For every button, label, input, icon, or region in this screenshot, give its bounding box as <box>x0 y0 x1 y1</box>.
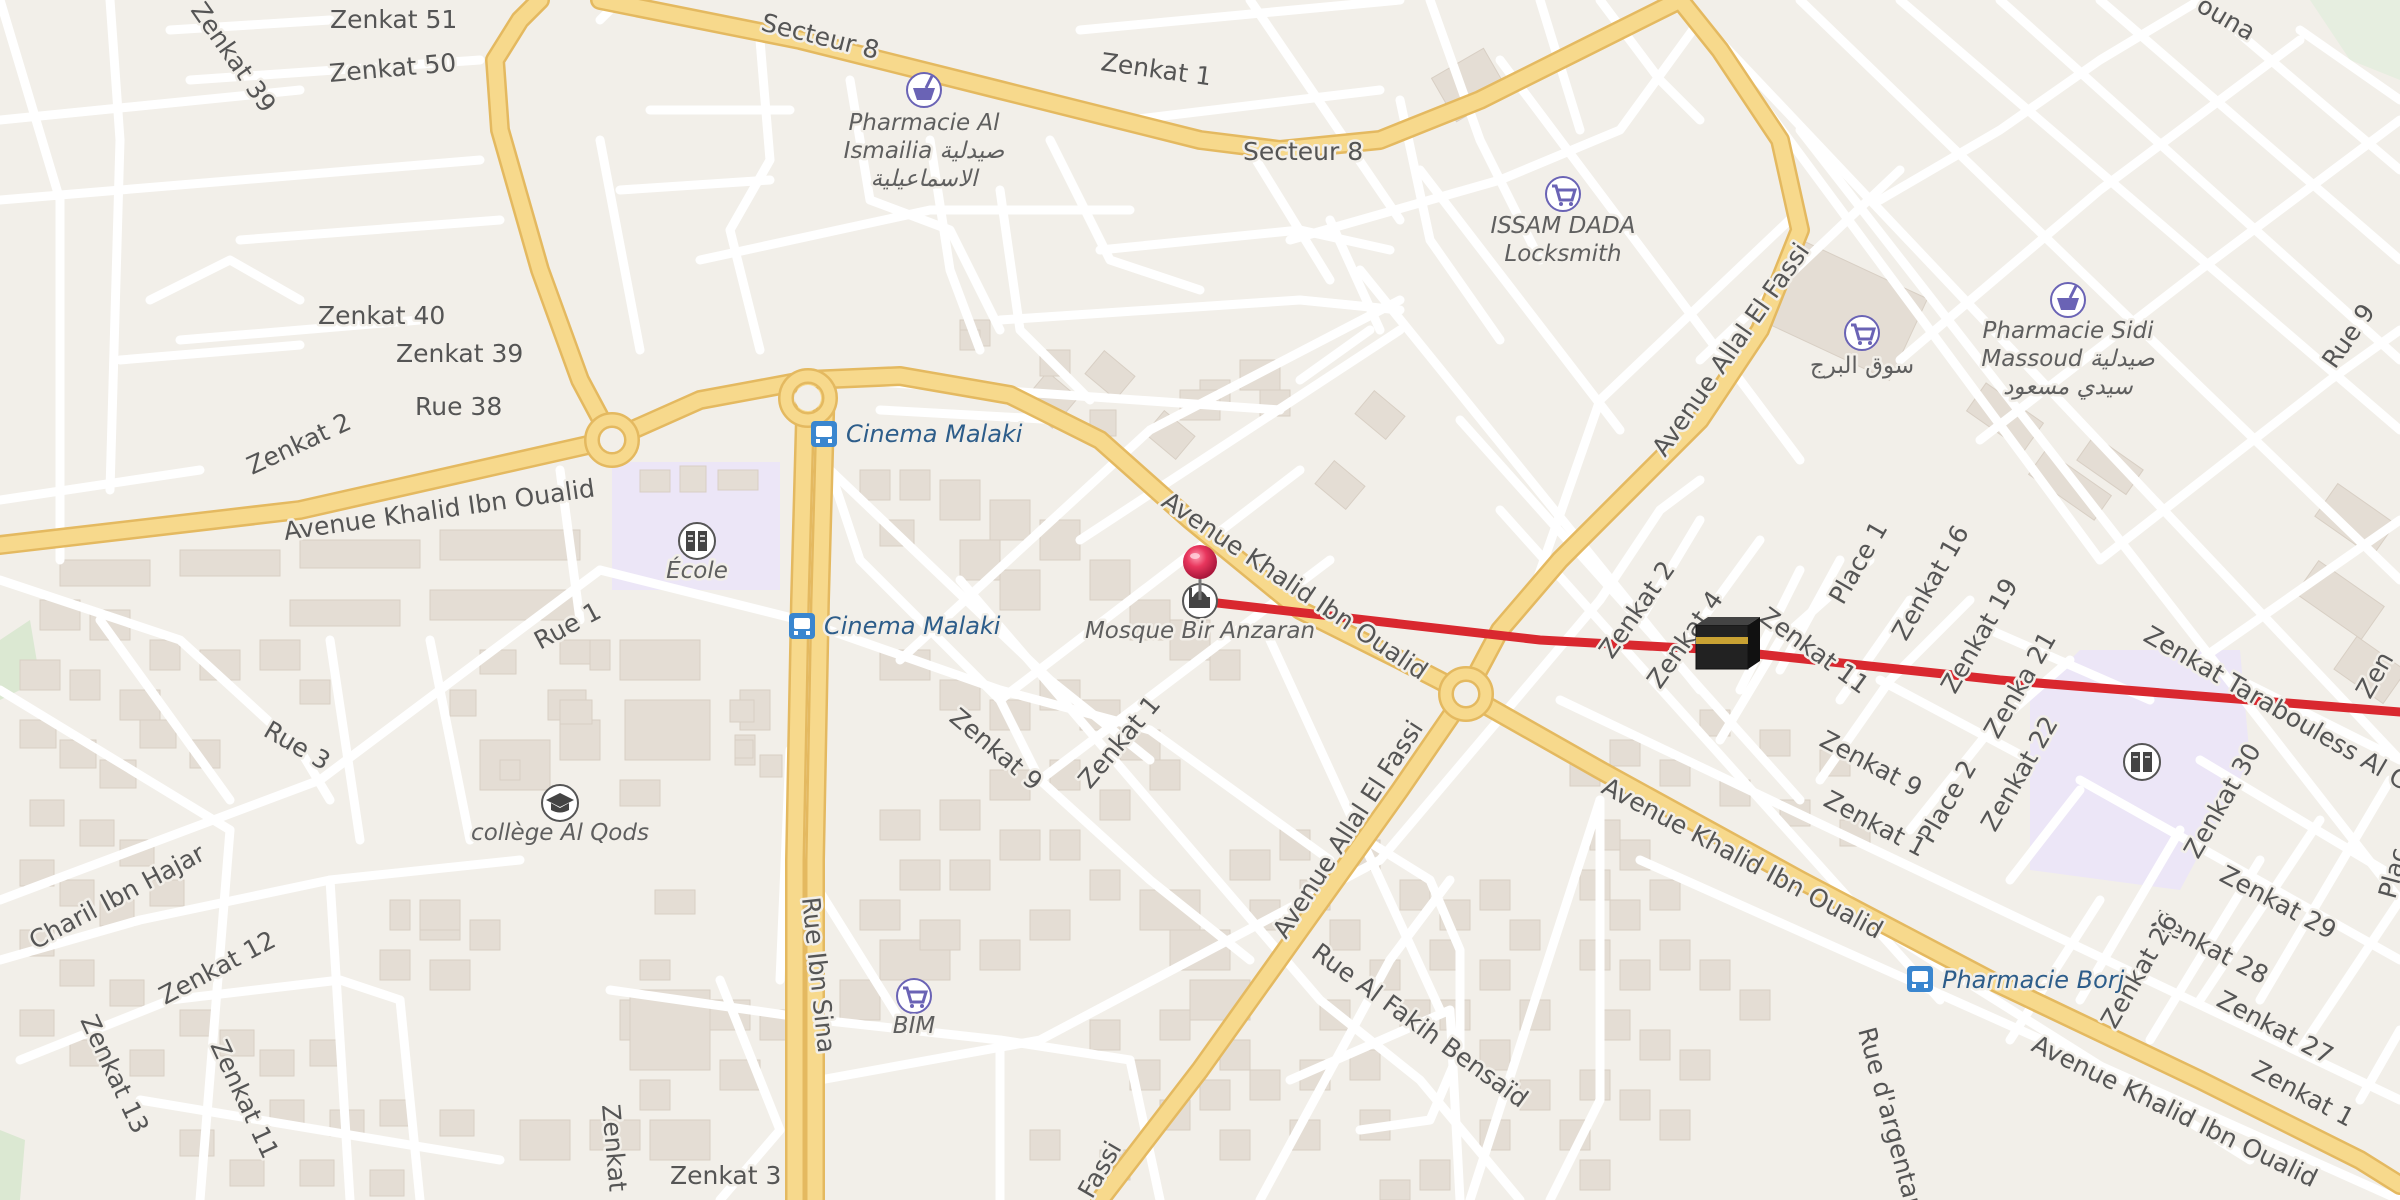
poi-label: الاسماعيلية <box>871 166 980 192</box>
poi-label: Pharmacie Al <box>848 110 1000 136</box>
poi-label: Pharmacie Sidi <box>1983 318 2155 344</box>
bus-stop-icon <box>1907 966 1933 992</box>
poi-label: collège Al Qods <box>471 820 649 846</box>
bus-stop-icon <box>811 421 837 447</box>
street-label-rue38: Rue 38 <box>415 392 502 421</box>
poi-label: سوق البرج <box>1810 353 1914 379</box>
poi-label: Massoud صيدلية <box>1981 346 2155 372</box>
poi-label: Locksmith <box>1504 241 1621 267</box>
street-label-zenkat51: Zenkat 51 <box>330 5 457 34</box>
map-canvas[interactable]: Zenkat 51 Zenkat 50 Zenkat 39 Secteur 8 … <box>0 0 2400 1200</box>
kaaba-icon[interactable] <box>1695 617 1760 670</box>
bus-stop-icon <box>789 613 815 639</box>
poi-label: Ismailia صيدلية <box>844 138 1005 164</box>
poi-ecole-right[interactable] <box>2123 743 2161 781</box>
poi-label: BIM <box>893 1013 936 1039</box>
poi-label: Mosque Bir Anzaran <box>1085 618 1315 644</box>
bus-stop-label: Pharmacie Borj <box>1942 966 2125 994</box>
poi-label: École <box>666 556 728 584</box>
street-label-zenkat40: Zenkat 40 <box>318 301 445 330</box>
bus-stop-label: Cinema Malaki <box>846 420 1023 448</box>
poi-label: سيدي مسعود <box>2003 374 2133 400</box>
street-label-secteur8-b: Secteur 8 <box>1243 137 1363 166</box>
street-label-zenkat39: Zenkat 39 <box>396 339 523 368</box>
poi-label: ISSAM DADA <box>1491 213 1636 239</box>
bus-stop-label: Cinema Malaki <box>824 612 1001 640</box>
street-label-zenkat3: Zenkat 3 <box>670 1161 781 1190</box>
